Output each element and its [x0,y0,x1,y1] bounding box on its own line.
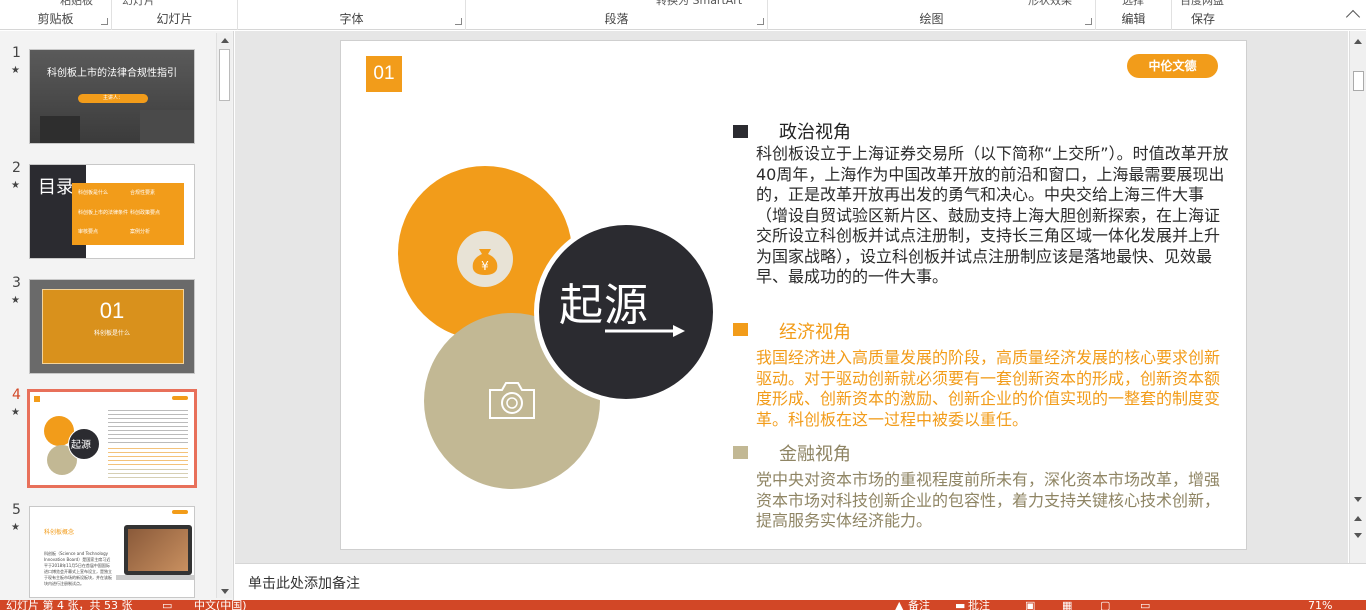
dialog-launcher-icon[interactable] [455,18,462,25]
thumbnail-item: 科创板是什么 [78,190,109,196]
scroll-up-icon[interactable] [221,38,229,43]
section-body-financial: 党中央对资本市场的重视程度前所未有，深化资本市场改革，增强资本市场对科技创新企业… [756,470,1221,530]
dialog-launcher-icon[interactable] [101,18,108,25]
ribbon-group-label: 绘图 [919,12,944,26]
ribbon-group-save: 百度网盘 保存 [1172,0,1234,30]
slide-thumbnail-pane: 1 ★ 科创板上市的法律合规性指引 主讲人： 2 ★ 目录 科创板是什么 合规性… [0,31,234,600]
thumbnail-scrollbar[interactable] [216,33,232,598]
ribbon: 粘贴板 剪贴板 幻灯片 幻灯片 字体 转换为 SmartArt 段落 形状效果 … [0,0,1366,30]
language-status[interactable]: 中文(中国) [194,600,247,610]
ribbon-group-paragraph: 转换为 SmartArt 段落 [466,0,768,30]
dialog-launcher-icon[interactable] [757,18,764,25]
section-heading-financial: 金融视角 [779,444,851,465]
section-heading-political: 政治视角 [779,122,851,143]
thumbnail-body: 科创板（Science and Technology Innovation Bo… [44,551,112,586]
notes-toggle-icon[interactable]: ▲ [895,600,903,610]
notes-placeholder[interactable]: 单击此处添加备注 [248,573,360,593]
animation-star-icon: ★ [11,522,20,533]
current-slide[interactable]: 01 中伦文德 ¥ 起源 政治视角 科创板设立于上海证券交易所（以下简称“上交所… [340,40,1247,550]
spellcheck-icon[interactable]: ▭ [162,600,172,610]
camera-icon [486,378,538,422]
section-marker [733,323,748,336]
slide-editing-area: 01 中伦文德 ¥ 起源 政治视角 科创板设立于上海证券交易所（以下简称“上交所… [235,31,1348,563]
ribbon-group-editing: 选择 编辑 [1096,0,1172,30]
scroll-down-icon[interactable] [221,589,229,594]
thumbnail-subtitle: 科创板是什么 [93,330,130,337]
animation-star-icon: ★ [11,180,20,191]
ribbon-group-clipboard: 粘贴板 剪贴板 [0,0,112,30]
ribbon-group-label: 字体 [339,12,364,26]
slideshow-view-icon[interactable]: ▭ [1140,600,1150,610]
arrow-right-icon [605,323,687,337]
slide-number-box: 01 [366,56,402,92]
slide-thumbnail-1[interactable]: 科创板上市的法律合规性指引 主讲人： [29,49,195,144]
ribbon-group-label: 幻灯片 [156,12,193,26]
thumbnail-number: 3 [12,275,21,291]
thumbnail-number: 5 [12,502,21,518]
ribbon-group-label: 剪贴板 [37,12,74,26]
collapse-ribbon-icon[interactable] [1345,9,1361,25]
slide-count-status: 幻灯片 第 4 张，共 53 张 [6,600,133,610]
ribbon-clipped-text: 幻灯片 [122,0,155,7]
animation-star-icon: ★ [11,65,20,76]
ribbon-group-label: 编辑 [1121,12,1146,26]
slide-thumbnail-3[interactable]: 01 科创板是什么 [29,279,195,374]
scroll-thumb[interactable] [219,49,230,101]
section-marker [733,446,748,459]
normal-view-icon[interactable]: ▣ [1025,600,1035,610]
slide-thumbnail-2[interactable]: 目录 科创板是什么 合规性要素 科创板上市的法律条件 科创政策要点 审核要点 案… [29,164,195,259]
scroll-down-icon[interactable] [1354,497,1362,502]
slide-thumbnail-4-selected[interactable]: 起源 [27,389,197,488]
ribbon-clipped-text: 百度网盘 [1180,0,1224,7]
scroll-thumb[interactable] [1353,71,1364,91]
section-body-political: 科创板设立于上海证券交易所（以下简称“上交所”）。时值改革开放40周年，上海作为… [756,144,1229,286]
ribbon-group-label: 段落 [604,12,629,26]
section-body-economic: 我国经济进入高质量发展的阶段，高质量经济发展的核心要求创新驱动。对于驱动创新就必… [756,348,1221,429]
notes-toggle-button[interactable]: 备注 [908,600,930,610]
thumbnail-item: 合规性要素 [130,190,156,196]
animation-star-icon: ★ [11,407,20,418]
thumbnail-subtitle: 主讲人： [78,94,148,103]
status-bar: 幻灯片 第 4 张，共 53 张 ▭ 中文(中国) ▲ 备注 ▬ 批注 ▣ ▦ … [0,600,1366,610]
section-heading-economic: 经济视角 [779,322,851,343]
thumbnail-number: 1 [12,45,21,61]
animation-star-icon: ★ [11,295,20,306]
next-slide-icon[interactable] [1354,533,1362,538]
dialog-launcher-icon[interactable] [1085,18,1092,25]
ribbon-clipped-text: 选择 [1122,0,1144,7]
ribbon-group-drawing: 形状效果 绘图 [768,0,1096,30]
thumbnail-item: 科创板上市的法律条件 [78,210,129,216]
slide-sorter-view-icon[interactable]: ▦ [1062,600,1072,610]
thumbnail-title: 目录 [38,177,74,198]
previous-slide-icon[interactable] [1354,516,1362,521]
ribbon-group-font: 字体 [238,0,466,30]
reading-view-icon[interactable]: ▢ [1100,600,1110,610]
slide-thumbnail-5[interactable]: 科创板概念 科创板（Science and Technology Innovat… [29,506,195,598]
ribbon-group-label: 保存 [1190,12,1215,26]
thumbnail-title: 科创板概念 [44,529,75,536]
thumbnail-number: 4 [12,387,21,403]
thumbnail-title: 科创板上市的法律合规性指引 [47,68,177,79]
brand-badge: 中伦文德 [1127,54,1218,78]
section-marker [733,125,748,138]
thumbnail-item: 案例分析 [130,229,151,235]
ribbon-group-slides: 幻灯片 幻灯片 [112,0,238,30]
comments-icon[interactable]: ▬ [955,600,965,610]
thumbnail-number: 2 [12,160,21,176]
notes-pane[interactable]: 单击此处添加备注 [235,563,1366,600]
ribbon-clipped-text: 形状效果 [1028,0,1072,7]
svg-text:¥: ¥ [481,259,489,273]
slide-scrollbar[interactable] [1349,31,1366,563]
comments-button[interactable]: 批注 [968,600,990,610]
thumbnail-title: 01 [99,298,125,323]
zoom-level[interactable]: 71% [1308,600,1332,610]
ribbon-clipped-text: 粘贴板 [60,0,93,7]
thumbnail-item: 审核要点 [78,229,99,235]
thumbnail-title: 起源 [71,440,91,451]
money-bag-icon: ¥ [457,231,513,287]
thumbnail-item: 科创政策要点 [130,210,161,216]
scroll-up-icon[interactable] [1354,39,1362,44]
ribbon-clipped-text: 转换为 SmartArt [656,0,743,7]
